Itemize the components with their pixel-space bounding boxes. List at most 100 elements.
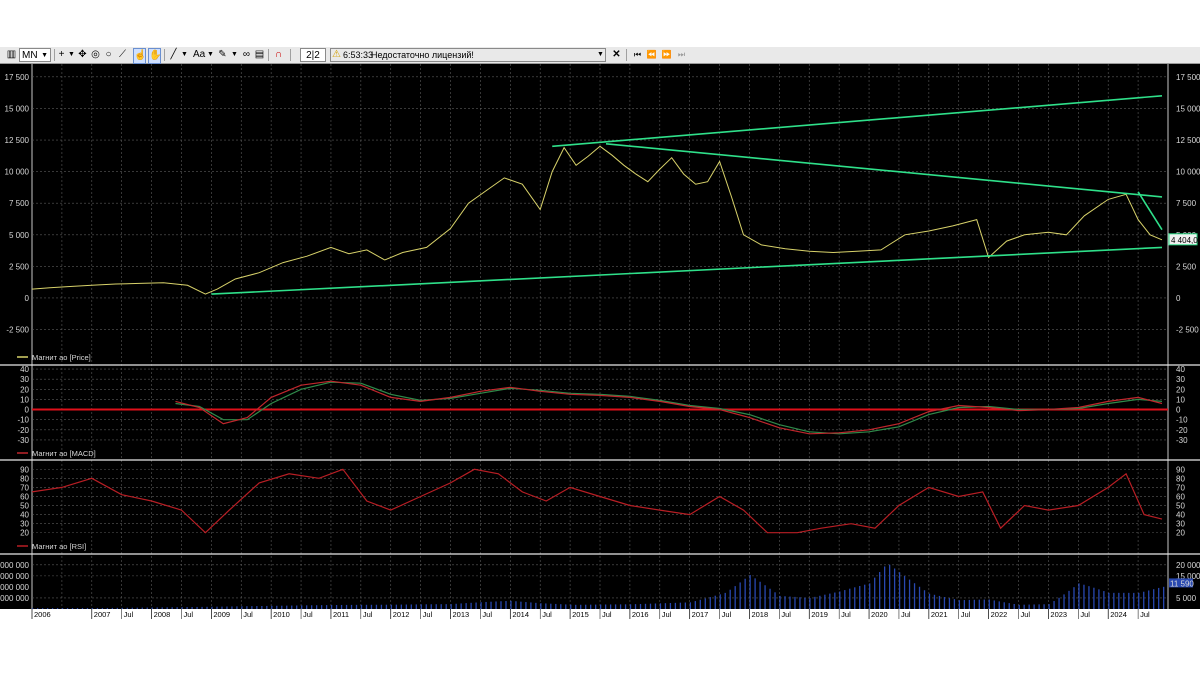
volume-bar bbox=[166, 607, 168, 609]
date-label: 2024 bbox=[1110, 610, 1127, 619]
next-page-icon[interactable]: ⏩ bbox=[661, 48, 672, 62]
ruler-icon[interactable]: ⟋ bbox=[117, 48, 128, 62]
volume-bar bbox=[340, 604, 343, 609]
chevron-down-icon[interactable]: ▼ bbox=[179, 48, 190, 62]
line-tool-icon[interactable]: ╱ bbox=[168, 48, 179, 62]
volume-bar bbox=[450, 604, 452, 609]
volume-bar bbox=[435, 604, 437, 609]
price-panel[interactable]: 4 404,0 Магнит ао [Price] bbox=[17, 95, 1198, 362]
text-tool-button[interactable]: Aa bbox=[193, 48, 205, 62]
volume-bar bbox=[216, 606, 218, 609]
volume-bar bbox=[1058, 597, 1060, 609]
volume-bar bbox=[714, 595, 716, 609]
volume-bar bbox=[545, 603, 547, 609]
date-label: Jul bbox=[542, 610, 552, 619]
price-series-line bbox=[31, 145, 1163, 295]
volume-bar bbox=[1138, 592, 1140, 609]
macd-right-tick: -30 bbox=[1176, 436, 1188, 445]
rsi-right-tick: 50 bbox=[1176, 502, 1185, 511]
volume-bar bbox=[370, 604, 373, 609]
volume-bar bbox=[1033, 604, 1035, 609]
close-icon[interactable]: ✕ bbox=[611, 48, 622, 62]
date-label: 2007 bbox=[94, 610, 111, 619]
volume-bar bbox=[550, 603, 552, 609]
volume-bar bbox=[639, 603, 642, 609]
volume-bar bbox=[874, 577, 876, 609]
chevron-down-icon[interactable]: ▼ bbox=[66, 48, 77, 62]
volume-bar bbox=[415, 604, 417, 609]
volume-bar bbox=[106, 607, 109, 609]
volume-bar bbox=[600, 604, 602, 609]
pen-tool-icon[interactable]: ✎ bbox=[217, 48, 228, 62]
volume-bar bbox=[993, 600, 995, 609]
volume-bar bbox=[694, 601, 696, 609]
volume-bar bbox=[241, 606, 243, 609]
price-left-tick: -2 500 bbox=[6, 326, 29, 335]
move-icon[interactable]: ✥ bbox=[77, 48, 88, 62]
volume-bar bbox=[669, 603, 672, 609]
volume-bar bbox=[888, 564, 891, 609]
circle-icon[interactable]: ○ bbox=[103, 48, 114, 62]
volume-bar bbox=[679, 602, 682, 609]
date-label: Jul bbox=[124, 610, 134, 619]
volume-bar bbox=[799, 597, 801, 609]
volume-bar bbox=[699, 599, 701, 609]
volume-bar bbox=[201, 606, 203, 609]
volume-left-tick: 15 000 000 bbox=[0, 572, 30, 581]
date-label: Jul bbox=[482, 610, 492, 619]
date-axis: 2006 2007 Jul 2008 Jul 2009 Jul 2010 Jul 2011 Jul 2… bbox=[0, 609, 1200, 619]
chart-area[interactable]: 17 500 17 500 15 000 15 000 12 500 12 500 10 0… bbox=[0, 64, 1200, 619]
chart-type-icon[interactable]: ▥ bbox=[6, 48, 17, 62]
chevron-down-icon[interactable]: ▼ bbox=[205, 48, 216, 62]
volume-bar bbox=[1043, 604, 1045, 609]
price-left-tick: 7 500 bbox=[9, 199, 30, 208]
grid: 17 500 17 500 15 000 15 000 12 500 12 500 10 0… bbox=[0, 64, 1200, 619]
volume-bar bbox=[604, 604, 607, 609]
trend-line bbox=[552, 95, 1163, 148]
volume-bar bbox=[983, 599, 985, 609]
chevron-down-icon[interactable]: ▼ bbox=[595, 48, 606, 62]
macd-left-tick: -20 bbox=[17, 426, 29, 435]
volume-bar bbox=[565, 604, 567, 609]
volume-bar bbox=[345, 604, 348, 609]
price-right-tick: 7 500 bbox=[1176, 199, 1197, 208]
volume-bar bbox=[425, 604, 427, 609]
volume-bar bbox=[540, 603, 542, 609]
date-label: 2009 bbox=[213, 610, 230, 619]
volume-bar bbox=[1123, 592, 1125, 609]
volume-bar bbox=[804, 597, 806, 609]
date-label: Jul bbox=[1021, 610, 1031, 619]
terminal-window: ▥ MN ▼ + ▼ ✥ ◎ ○ ⟋ ☝ ✋ ╱ ▼ Aa ▼ ✎ ▼ ∞ ▤ ∩… bbox=[0, 47, 1200, 619]
volume-bar bbox=[1098, 589, 1100, 609]
volume-bar bbox=[156, 607, 158, 609]
volume-bar bbox=[879, 571, 881, 609]
price-left-tick: 5 000 bbox=[9, 231, 30, 240]
target-icon[interactable]: ◎ bbox=[90, 48, 101, 62]
link-icon[interactable]: ∞ bbox=[241, 48, 252, 62]
volume-bar bbox=[246, 606, 248, 609]
status-combo[interactable] bbox=[330, 48, 606, 62]
volume-bar bbox=[1048, 604, 1050, 609]
first-page-icon[interactable]: ⏮ bbox=[632, 48, 643, 62]
volume-bar bbox=[126, 607, 128, 609]
page-indicator[interactable]: 2|2 bbox=[300, 48, 326, 62]
volume-bar bbox=[465, 603, 467, 609]
magnet-icon[interactable]: ∩ bbox=[273, 48, 284, 62]
pan-icon[interactable]: ✋ bbox=[148, 48, 161, 64]
macd-right-tick: 10 bbox=[1176, 395, 1185, 404]
volume-bar bbox=[839, 591, 841, 609]
last-page-icon[interactable]: ⏭ bbox=[676, 48, 687, 62]
volume-bar bbox=[928, 593, 931, 609]
price-left-tick: 2 500 bbox=[9, 262, 30, 271]
volume-bar bbox=[784, 596, 786, 609]
rsi-panel[interactable]: Магнит ао [RSI] bbox=[17, 468, 1163, 551]
volume-bar bbox=[111, 607, 114, 609]
hand-icon[interactable]: ☝ bbox=[133, 48, 146, 64]
timeframe-select[interactable]: MN ▼ bbox=[19, 48, 51, 62]
price-right-tick: 15 000 bbox=[1176, 104, 1200, 113]
save-icon[interactable]: ▤ bbox=[254, 48, 265, 62]
volume-bar bbox=[938, 595, 941, 609]
chevron-down-icon[interactable]: ▼ bbox=[229, 48, 240, 62]
prev-page-icon[interactable]: ⏪ bbox=[646, 48, 657, 62]
volume-bar bbox=[330, 605, 333, 609]
